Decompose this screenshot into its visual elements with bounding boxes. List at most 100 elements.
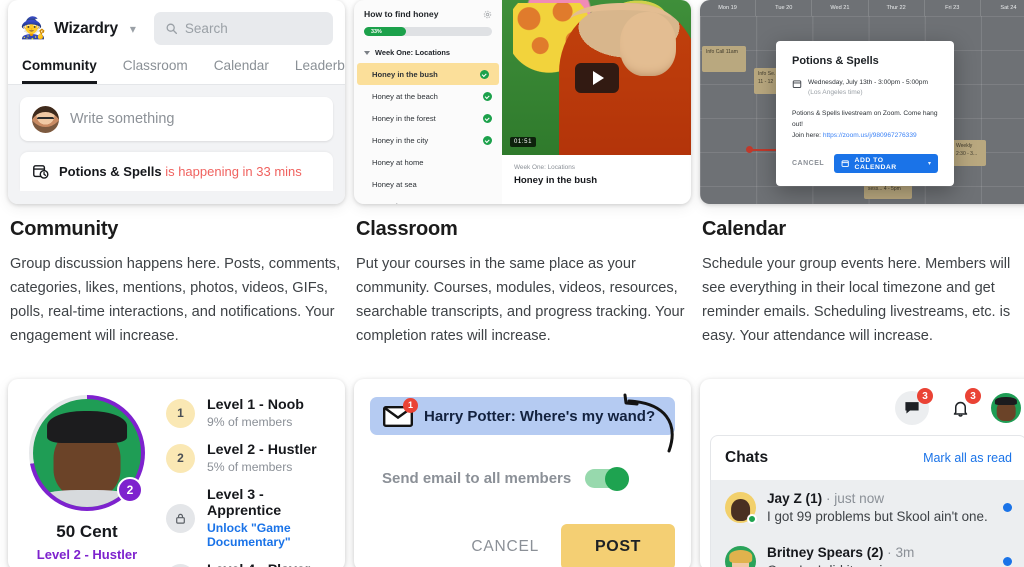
calendar-day: Tue 20 bbox=[756, 0, 813, 16]
course-progress-bar: 33% bbox=[364, 27, 492, 36]
post-button[interactable]: POST bbox=[561, 524, 675, 567]
lesson-label: Honey in the bush bbox=[372, 69, 438, 79]
chat-button[interactable]: 3 bbox=[895, 388, 933, 425]
cancel-button[interactable]: CANCEL bbox=[471, 538, 539, 556]
calendar-day: Mon 19 bbox=[700, 0, 757, 16]
unread-badge: 1 bbox=[403, 397, 418, 413]
community-topbar: 🧙 Wizardry ▾ Search bbox=[8, 0, 345, 45]
email-toggle[interactable] bbox=[585, 466, 630, 491]
member-name: 50 Cent bbox=[56, 522, 118, 541]
post-composer[interactable]: Write something bbox=[20, 97, 333, 141]
calendar-day: Wed 21 bbox=[812, 0, 869, 16]
level-row[interactable]: Level 3 - Apprentice Unlock "Game Docume… bbox=[166, 487, 333, 549]
tab-community[interactable]: Community bbox=[22, 58, 97, 84]
levels-screenshot: 2 50 Cent Level 2 - Hustler 1 Level 1 - … bbox=[8, 379, 345, 567]
bottom-row: 2 50 Cent Level 2 - Hustler 1 Level 1 - … bbox=[0, 379, 1024, 567]
chat-item-message: I got 99 problems but Skool ain't one. bbox=[767, 509, 988, 524]
event-name: Potions & Spells bbox=[59, 164, 162, 179]
video-thumbnail[interactable]: 01:51 bbox=[502, 0, 691, 155]
lesson-label: Honey at sea bbox=[372, 179, 417, 189]
level-progress-ring: 2 bbox=[29, 395, 145, 511]
lesson-item[interactable]: Honey in the forest bbox=[354, 107, 502, 129]
calendar-screenshot: Mon 19 Tue 20 Wed 21 Thur 22 Fri 23 Sat … bbox=[700, 0, 1024, 204]
community-tabs: Community Classroom Calendar Leaderboard… bbox=[8, 45, 345, 85]
tab-calendar[interactable]: Calendar bbox=[214, 58, 269, 84]
level-title: Level 2 - Hustler bbox=[207, 442, 317, 458]
add-to-calendar-button[interactable]: ADD TO CALENDAR ▾ bbox=[834, 154, 938, 174]
unread-dot bbox=[1003, 557, 1012, 566]
avatar bbox=[725, 492, 757, 524]
chat-item-header: Britney Spears (2) · 3m bbox=[767, 545, 992, 560]
level-badge: 2 bbox=[117, 477, 143, 503]
avatar[interactable] bbox=[991, 393, 1021, 423]
search-icon bbox=[166, 23, 177, 35]
modal-datetime-row: Wednesday, July 13th - 3:00pm - 5:00pm (… bbox=[792, 78, 938, 98]
course-progress-fill: 33% bbox=[364, 27, 407, 36]
member-rank: Level 2 - Hustler bbox=[36, 547, 138, 562]
calendar-event[interactable]: Info Call 11am bbox=[702, 46, 746, 72]
community-feature: 🧙 Wizardry ▾ Search Community Classroom … bbox=[8, 0, 345, 348]
modal-description: Potions & Spells livestream on Zoom. Com… bbox=[792, 109, 938, 128]
lesson-item[interactable]: Honey at the beach bbox=[354, 85, 502, 107]
event-banner-text: Potions & Spells is happening in 33 mins bbox=[59, 164, 302, 179]
calendar-blurb: Calendar Schedule your group events here… bbox=[700, 204, 1024, 348]
course-section[interactable]: Week One: Locations bbox=[354, 44, 502, 63]
modal-datetime: Wednesday, July 13th - 3:00pm - 5:00pm bbox=[808, 79, 928, 86]
tab-leaderboards[interactable]: Leaderboards bbox=[295, 58, 345, 84]
cancel-button[interactable]: CANCEL bbox=[792, 160, 824, 167]
bell-badge: 3 bbox=[965, 388, 981, 404]
classroom-screenshot: How to find honey 33% Week One: Location… bbox=[354, 0, 691, 204]
curved-arrow-icon bbox=[623, 393, 674, 453]
calendar-day: Sat 24 bbox=[981, 0, 1024, 16]
post-modal-screenshot: 1 Harry Potter: Where's my wand? Send em… bbox=[354, 379, 691, 567]
lesson-section-label: Week One: Locations bbox=[514, 164, 575, 171]
notifications-button[interactable]: 3 bbox=[943, 388, 981, 425]
course-sidebar: How to find honey 33% Week One: Location… bbox=[354, 0, 502, 204]
chevron-down-icon bbox=[364, 50, 370, 55]
lesson-item[interactable]: Honey at sea bbox=[354, 173, 502, 195]
post-actions: CANCEL POST bbox=[370, 524, 675, 567]
lesson-item[interactable]: Honey in the bush bbox=[357, 63, 499, 85]
chat-list-item[interactable]: Britney Spears (2) · 3m Oops!... I did i… bbox=[711, 534, 1024, 567]
level-number: 2 bbox=[166, 443, 195, 473]
course-header: How to find honey bbox=[354, 9, 502, 25]
search-input[interactable]: Search bbox=[153, 12, 333, 45]
calendar-event[interactable]: Weekly 2:30 - 3... bbox=[952, 140, 986, 166]
email-toggle-row: Send email to all members bbox=[370, 466, 675, 491]
calendar-paragraph: Schedule your group events here. Members… bbox=[702, 256, 1011, 344]
chat-item-name: Jay Z (1) bbox=[767, 491, 823, 506]
chat-item-message: Oops!... I did it again. bbox=[767, 563, 992, 567]
modal-join-link[interactable]: https://zoom.us/j/980967276339 bbox=[823, 132, 917, 139]
chat-item-header: Jay Z (1) · just now bbox=[767, 491, 992, 506]
landing-feature-grid: 🧙 Wizardry ▾ Search Community Classroom … bbox=[0, 0, 1024, 567]
calendar-day: Thur 22 bbox=[869, 0, 925, 16]
calendar-heading: Calendar bbox=[702, 218, 786, 240]
gear-icon[interactable] bbox=[483, 10, 492, 19]
lesson-item[interactable]: Honey in the city bbox=[354, 129, 502, 151]
level-unlock-link[interactable]: Unlock "Game Documentary" bbox=[207, 521, 333, 549]
play-icon[interactable] bbox=[574, 62, 619, 93]
modal-timezone: (Los Angeles time) bbox=[808, 88, 863, 96]
lesson-player: 01:51 Week One: Locations Honey in the b… bbox=[502, 0, 691, 204]
chevron-down-icon[interactable]: ▾ bbox=[130, 22, 136, 36]
tab-classroom[interactable]: Classroom bbox=[123, 58, 188, 84]
unread-dot bbox=[1003, 503, 1012, 512]
mark-all-as-read-button[interactable]: Mark all as read bbox=[923, 451, 1012, 465]
community-feed: Write something Potions & Spells is happ… bbox=[8, 85, 345, 204]
check-icon bbox=[483, 113, 492, 123]
modal-actions: CANCEL ADD TO CALENDAR ▾ bbox=[792, 154, 938, 174]
lesson-item[interactable]: Honey in a cave bbox=[354, 195, 502, 205]
levels-list: 1 Level 1 - Noob 9% of members 2 Level 2… bbox=[166, 393, 333, 567]
course-progress-label: 33% bbox=[371, 28, 382, 35]
event-banner[interactable]: Potions & Spells is happening in 33 mins bbox=[20, 152, 333, 191]
chat-list-item[interactable]: Jay Z (1) · just now I got 99 problems b… bbox=[711, 480, 1024, 534]
top-row: 🧙 Wizardry ▾ Search Community Classroom … bbox=[0, 0, 1024, 348]
community-blurb: Community Group discussion happens here.… bbox=[8, 204, 345, 348]
level-row[interactable]: Level 4 - Player 30% of members bbox=[166, 562, 333, 567]
avatar bbox=[32, 105, 59, 133]
community-screenshot: 🧙 Wizardry ▾ Search Community Classroom … bbox=[8, 0, 345, 204]
level-row[interactable]: 2 Level 2 - Hustler 5% of members bbox=[166, 442, 333, 474]
lesson-item[interactable]: Honey at home bbox=[354, 151, 502, 173]
level-row[interactable]: 1 Level 1 - Noob 9% of members bbox=[166, 397, 333, 429]
modal-description-block: Potions & Spells livestream on Zoom. Com… bbox=[792, 109, 938, 142]
